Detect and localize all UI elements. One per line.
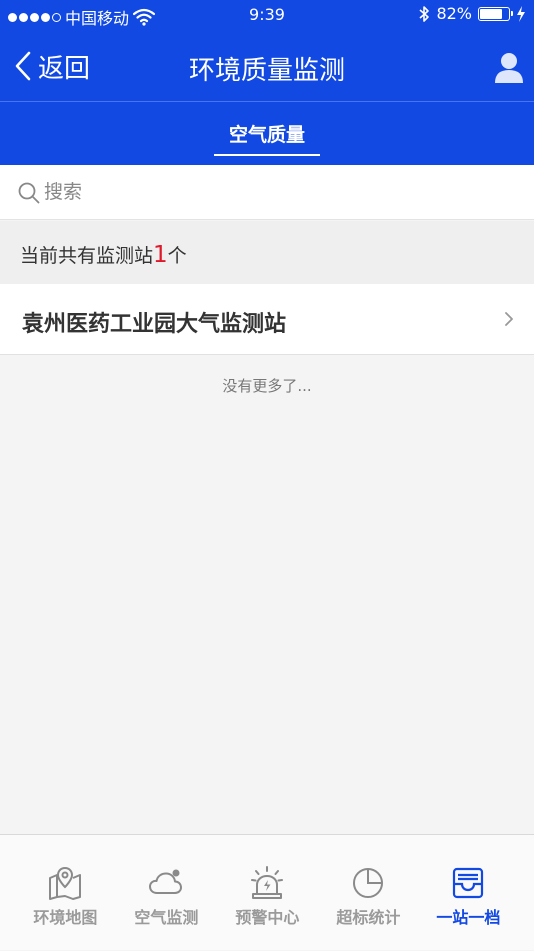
page-title: 环境质量监测 [188,56,345,86]
list-end-message: 没有更多了... [222,377,312,395]
bottom-tab-exceed-statistics[interactable]: 超标统计 [315,835,422,951]
bottom-tab-air-monitoring[interactable]: 空气监测 [113,835,220,951]
active-tab-indicator [214,154,320,156]
cloud-icon [149,869,183,894]
search-input[interactable] [44,177,514,207]
inbox-icon [453,867,484,899]
battery-level-fill [480,8,503,19]
bottom-tab-label: 一站一档 [436,908,501,927]
bottom-tab-bar: 环境地图 空气监测 预警中心 超标统计 一站一档 [0,834,534,950]
battery-percent: 82% [436,4,472,23]
status-bar: 中国移动 9:39 82% [0,0,534,30]
navigation-bar: 返回 环境质量监测 [0,30,534,102]
bottom-tab-label: 预警中心 [235,908,300,927]
station-count-prefix: 当前共有监测站 [20,245,154,267]
bottom-tab-label: 空气监测 [134,908,199,927]
user-icon [495,53,523,83]
bottom-tab-label: 环境地图 [33,908,98,927]
search-icon [18,182,40,204]
station-count-row: 当前共有监测站1个 [0,221,534,284]
charging-bolt-icon [517,5,525,22]
chevron-right-icon [505,312,513,326]
bottom-tab-alert-center[interactable]: 预警中心 [214,835,321,951]
user-profile-button[interactable] [494,52,524,84]
battery-icon [478,6,513,21]
map-icon [49,866,82,900]
pie-chart-icon [353,868,384,898]
status-right: 82% [418,4,526,23]
list-item-station[interactable]: 袁州医药工业园大气监测站 [0,284,534,355]
bluetooth-icon [419,5,430,22]
bottom-tab-label: 超标统计 [336,908,401,927]
station-count-suffix: 个 [167,245,187,267]
station-count-text: 当前共有监测站1个 [20,241,187,268]
category-tabs: 空气质量 [0,102,534,165]
alarm-light-icon [251,866,284,899]
search-bar [0,165,534,220]
bottom-tab-environment-map[interactable]: 环境地图 [12,835,119,951]
station-name: 袁州医药工业园大气监测站 [22,312,287,337]
station-count-number: 1 [153,242,168,268]
bottom-tab-station-archive[interactable]: 一站一档 [415,835,522,951]
